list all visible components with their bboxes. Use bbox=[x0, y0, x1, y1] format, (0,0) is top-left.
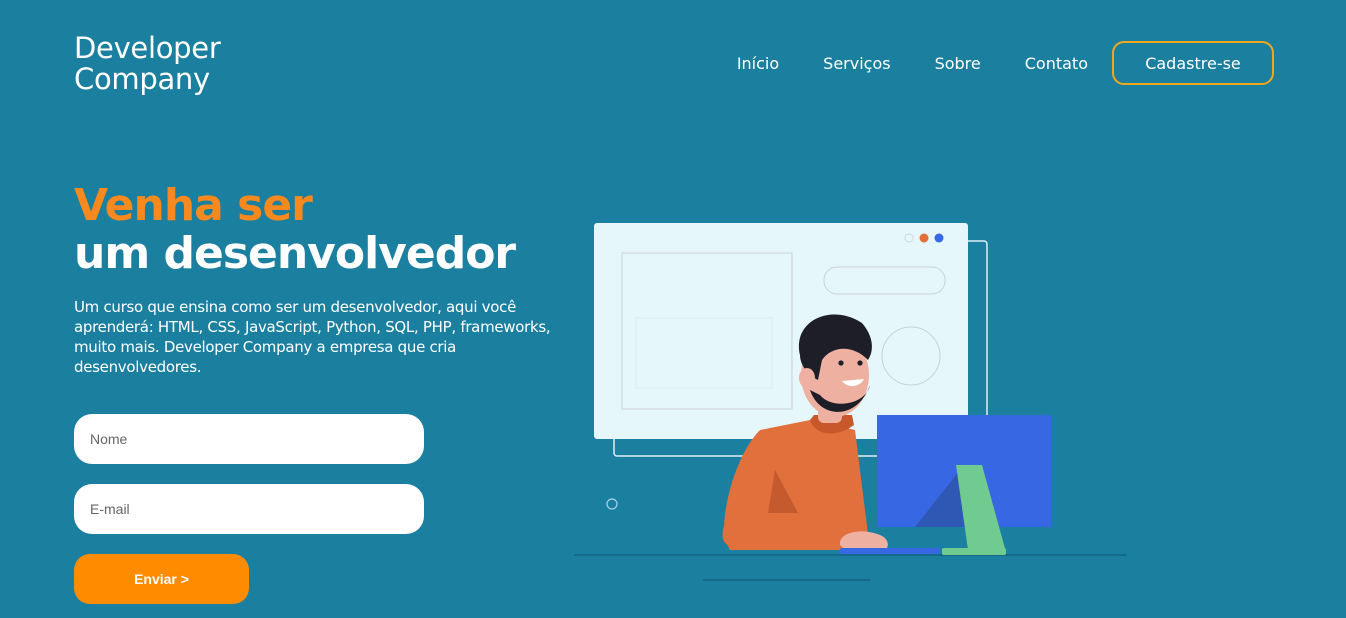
brand-line-1: Developer bbox=[74, 31, 221, 65]
submit-button[interactable]: Enviar > bbox=[74, 554, 249, 604]
decor-circle-icon bbox=[606, 498, 618, 510]
name-input[interactable] bbox=[74, 414, 424, 464]
main-nav: Início Serviços Sobre Contato Cadastre-s… bbox=[737, 41, 1274, 85]
hero-title-line-1: Venha ser bbox=[74, 180, 313, 231]
browser-window bbox=[594, 223, 968, 439]
email-input[interactable] bbox=[74, 484, 424, 534]
window-dot-blue-icon bbox=[934, 233, 944, 243]
hero-title-line-2: um desenvolvedor bbox=[74, 228, 516, 279]
nav-link-sobre[interactable]: Sobre bbox=[935, 54, 981, 73]
person-eye-icon bbox=[838, 360, 844, 366]
person-eye-icon bbox=[857, 360, 863, 366]
nav-link-servicos[interactable]: Serviços bbox=[823, 54, 890, 73]
nav-link-contato[interactable]: Contato bbox=[1025, 54, 1088, 73]
developer-illustration bbox=[574, 223, 1126, 581]
signup-button[interactable]: Cadastre-se bbox=[1112, 41, 1274, 85]
window-dot-orange-icon bbox=[919, 233, 929, 243]
hero-title: Venha ser um desenvolvedor bbox=[74, 180, 516, 279]
hero-description: Um curso que ensina como ser um desenvol… bbox=[74, 298, 551, 376]
keyboard bbox=[840, 548, 940, 554]
brand-logo[interactable]: Developer Company bbox=[74, 31, 221, 96]
brand-line-2: Company bbox=[74, 62, 210, 96]
nav-link-inicio[interactable]: Início bbox=[737, 54, 779, 73]
monitor-base bbox=[942, 548, 1006, 555]
person-ear bbox=[799, 368, 815, 388]
